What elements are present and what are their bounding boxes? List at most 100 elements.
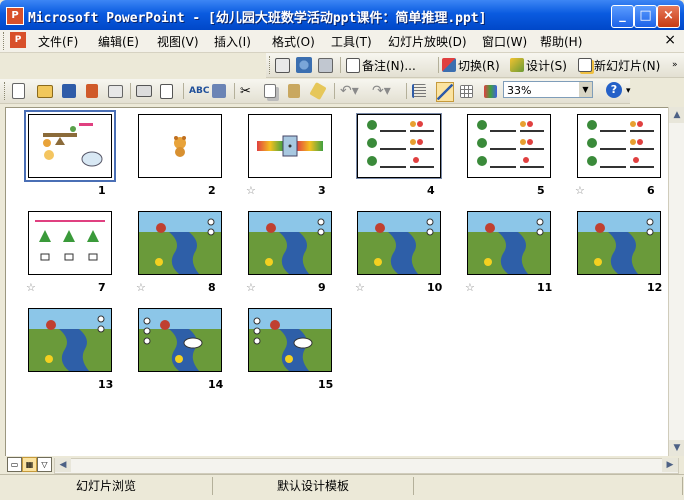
permission-button[interactable] [86,82,98,100]
menu-edit[interactable]: 编辑(E) [98,33,139,50]
slide-thumbnail[interactable] [248,114,332,178]
transition-star-icon[interactable]: ☆ [575,184,585,197]
help-icon[interactable]: ? [606,82,622,98]
menu-bar: P 文件(F) 编辑(E) 视图(V) 插入(I) 格式(O) 工具(T) 幻灯… [0,30,684,53]
paste-button[interactable] [288,82,300,100]
menu-format[interactable]: 格式(O) [272,33,315,50]
notes-button[interactable]: 备注(N)... [346,56,416,74]
transition-star-icon[interactable]: ☆ [465,281,475,294]
hide-button[interactable] [318,56,333,74]
slide-thumbnail[interactable] [138,308,222,372]
undo-icon: ↶▾ [340,83,359,99]
color-grayscale-button[interactable] [484,82,497,100]
slide-thumbnail[interactable] [28,211,112,275]
design-icon [510,58,524,72]
expand-button[interactable] [412,82,426,100]
transition-star-icon[interactable]: ☆ [246,184,256,197]
scroll-down-icon[interactable]: ▼ [669,440,684,456]
design-button[interactable]: 设计(S) [510,56,567,74]
slide-thumbnail[interactable] [24,110,116,182]
email-button[interactable] [108,82,123,100]
slide-thumbnail[interactable] [248,308,332,372]
shapes-button[interactable] [296,56,312,74]
close-button[interactable]: × [657,5,680,28]
normal-view-icon[interactable]: ▭ [7,457,22,472]
permission-icon [86,84,98,98]
new-slide-button[interactable]: 新幻灯片(N) [578,56,660,74]
save-button[interactable] [62,82,76,100]
maximize-button[interactable]: □ [634,5,657,28]
expand-icon [412,84,426,98]
menu-slideshow[interactable]: 幻灯片放映(D) [388,33,467,50]
minimize-button[interactable]: _ [611,5,634,28]
spelling-button[interactable]: ABC [189,82,209,100]
scroll-up-icon[interactable]: ▲ [669,107,684,123]
slide-thumbnail[interactable] [28,308,112,372]
slide-thumbnail[interactable] [467,114,551,178]
slide-thumbnail[interactable] [577,114,661,178]
toolbar-options-button[interactable]: ▾ [626,82,631,100]
slide-thumbnail[interactable] [138,211,222,275]
status-bar: 幻灯片浏览 默认设计模板 [0,474,684,500]
undo-button[interactable]: ↶▾ [340,82,359,100]
slide-thumbnail[interactable] [577,211,661,275]
vertical-scrollbar[interactable]: ▲ ▼ [668,107,684,456]
print-button[interactable] [136,82,152,100]
redo-icon: ↷▾ [372,83,391,99]
redo-button[interactable]: ↷▾ [372,82,391,100]
zoom-select[interactable]: 33% ▼ [503,81,593,98]
standard-toolbar: ABC ✂ ↶▾ ↷▾ 33% ▼ ? ▾ [0,79,631,104]
research-button[interactable] [212,82,226,100]
menu-grip[interactable] [3,32,7,50]
slideshow-view-icon[interactable]: ▽ [37,457,52,472]
document-icon[interactable]: P [10,32,26,48]
new-button[interactable] [12,82,25,100]
slide-number: 3 [318,184,326,197]
transition-star-icon[interactable]: ☆ [246,281,256,294]
scroll-right-icon[interactable]: ▶ [662,458,678,472]
color-icon [484,84,497,98]
menu-window[interactable]: 窗口(W) [482,33,527,50]
slide-number: 15 [318,378,334,391]
slide-number: 8 [208,281,216,294]
menu-view[interactable]: 视图(V) [157,33,199,50]
horizontal-scrollbar[interactable]: ◀ ▶ [54,458,679,474]
menu-help[interactable]: 帮助(H) [540,33,582,50]
copy-icon [264,84,276,98]
slide-number: 1 [98,184,106,197]
menu-insert[interactable]: 插入(I) [214,33,251,50]
frame-button[interactable] [275,56,290,74]
transition-button[interactable]: 切换(R) [442,56,500,74]
transition-star-icon[interactable]: ☆ [26,281,36,294]
email-icon [108,84,123,98]
slide-sorter-view-icon[interactable]: ▦ [22,457,37,472]
transition-star-icon[interactable]: ☆ [136,281,146,294]
menu-file[interactable]: 文件(F) [38,33,78,50]
document-close-icon[interactable]: × [664,32,676,48]
slide-thumbnail[interactable] [467,211,551,275]
open-button[interactable] [37,82,53,100]
powerpoint-icon[interactable]: P [6,7,24,25]
scroll-left-icon[interactable]: ◀ [55,458,71,472]
format-painter-button[interactable] [309,81,327,101]
hide-slide-icon [318,57,333,73]
chevron-down-icon[interactable]: ▼ [579,82,592,97]
toolbar-grip[interactable] [4,82,8,100]
slide-thumbnail[interactable] [356,113,442,179]
slide-thumbnail[interactable] [248,211,332,275]
grid-button[interactable] [460,82,473,100]
transition-star-icon[interactable]: ☆ [355,281,365,294]
cut-button[interactable]: ✂ [240,82,251,100]
toolbar-grip[interactable] [269,56,273,74]
save-disk-icon [62,84,76,98]
slide-thumbnail[interactable] [357,211,441,275]
copy-button[interactable] [264,82,276,100]
title-bar: P Microsoft PowerPoint - [幼儿园大班数学活动ppt课件… [0,0,684,30]
menu-tools[interactable]: 工具(T) [331,33,372,50]
preview-button[interactable] [160,82,173,100]
formatting-toggle-button[interactable] [436,82,454,102]
toolbar-options-button[interactable]: » [672,56,678,74]
slide-thumbnail[interactable] [138,114,222,178]
formatting-toolbar: 备注(N)... 切换(R) 设计(S) 新幻灯片(N) » [266,53,684,78]
separator [340,57,341,73]
